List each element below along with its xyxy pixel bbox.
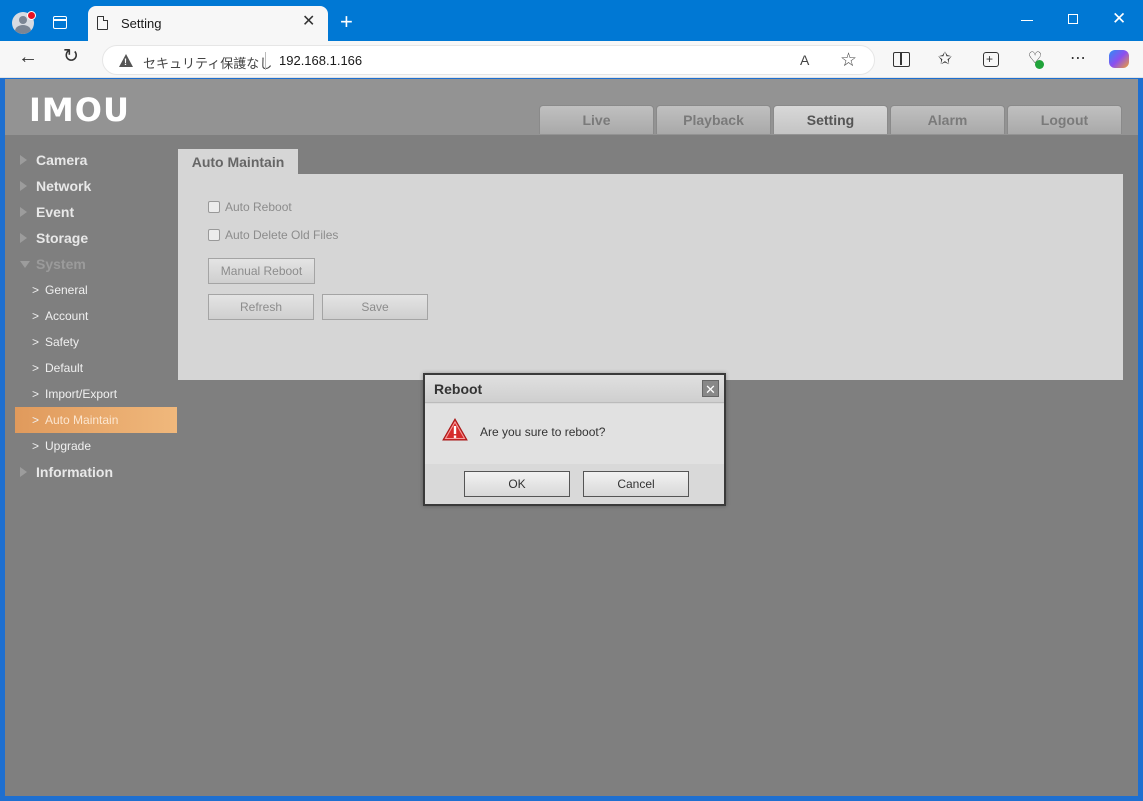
submenu-label: Account xyxy=(45,309,89,323)
auto-delete-label: Auto Delete Old Files xyxy=(225,228,339,242)
menu-network[interactable]: Network xyxy=(15,173,177,199)
menu-label: System xyxy=(36,256,86,272)
nav-tab-logout[interactable]: Logout xyxy=(1007,105,1122,134)
expand-triangle-icon xyxy=(20,181,27,191)
split-screen-icon[interactable] xyxy=(891,49,911,69)
menu-label: Storage xyxy=(36,230,89,246)
menu-label: Camera xyxy=(36,152,88,168)
chevron-right-icon: > xyxy=(32,413,40,427)
menu-storage[interactable]: Storage xyxy=(15,225,177,251)
chevron-right-icon: > xyxy=(32,439,40,453)
web-page: IMOU Live Playback Setting Alarm Logout … xyxy=(5,79,1138,796)
chevron-right-icon: > xyxy=(32,309,40,323)
minimize-icon[interactable] xyxy=(1021,20,1033,21)
expand-triangle-icon xyxy=(20,207,27,217)
not-secure-warning-icon[interactable]: ! xyxy=(119,54,133,67)
settings-sidebar: Camera Network Event Storage System > Gen… xyxy=(15,147,177,485)
auto-reboot-checkbox[interactable] xyxy=(208,201,220,213)
imou-logo: IMOU xyxy=(29,91,130,129)
copilot-icon[interactable] xyxy=(1109,50,1129,68)
tab-actions-icon[interactable] xyxy=(53,16,67,29)
refresh-button[interactable]: Refresh xyxy=(208,294,314,320)
browser-title-bar: Setting ✕ + ✕ xyxy=(0,0,1143,41)
dialog-title-bar[interactable]: Reboot ✕ xyxy=(425,375,724,403)
dialog-message: Are you sure to reboot? xyxy=(480,425,606,439)
auto-delete-checkbox[interactable] xyxy=(208,229,220,241)
url-text[interactable]: 192.168.1.166 xyxy=(279,53,362,68)
submenu-account[interactable]: > Account xyxy=(15,303,177,329)
chevron-right-icon: > xyxy=(32,283,40,297)
collapse-triangle-icon xyxy=(20,261,30,268)
notification-dot-icon xyxy=(27,11,36,20)
menu-information[interactable]: Information xyxy=(15,459,177,485)
submenu-label: Auto Maintain xyxy=(45,413,119,427)
submenu-label: Upgrade xyxy=(45,439,92,453)
browser-tab[interactable]: Setting ✕ xyxy=(88,6,328,41)
submenu-auto-maintain[interactable]: > Auto Maintain xyxy=(15,407,177,433)
chevron-right-icon: > xyxy=(32,335,40,349)
auto-delete-row[interactable]: Auto Delete Old Files xyxy=(208,228,338,244)
favorite-star-icon[interactable]: ☆ xyxy=(840,49,857,72)
collections-icon[interactable] xyxy=(980,49,1000,69)
submenu-import-export[interactable]: > Import/Export xyxy=(15,381,177,407)
ok-button[interactable]: OK xyxy=(464,471,570,497)
menu-system[interactable]: System xyxy=(15,251,177,277)
security-status-text[interactable]: セキュリティ保護なし xyxy=(143,53,272,72)
auto-reboot-row[interactable]: Auto Reboot xyxy=(208,200,292,216)
nav-tab-alarm[interactable]: Alarm xyxy=(890,105,1005,134)
auto-reboot-label: Auto Reboot xyxy=(225,200,292,214)
chevron-right-icon: > xyxy=(32,387,40,401)
expand-triangle-icon xyxy=(20,233,27,243)
app-header: IMOU Live Playback Setting Alarm Logout xyxy=(5,79,1138,135)
dialog-body: Are you sure to reboot? xyxy=(425,404,724,464)
save-button[interactable]: Save xyxy=(322,294,428,320)
submenu-default[interactable]: > Default xyxy=(15,355,177,381)
more-options-icon[interactable]: ⋯ xyxy=(1068,49,1088,69)
submenu-label: Import/Export xyxy=(45,387,118,401)
submenu-general[interactable]: > General xyxy=(15,277,177,303)
back-arrow-icon[interactable]: ← xyxy=(18,47,38,67)
menu-event[interactable]: Event xyxy=(15,199,177,225)
page-icon xyxy=(97,16,108,30)
submenu-safety[interactable]: > Safety xyxy=(15,329,177,355)
maximize-icon[interactable] xyxy=(1068,14,1078,24)
favorites-icon[interactable]: ✩ xyxy=(935,49,955,69)
expand-triangle-icon xyxy=(20,155,27,165)
nav-tab-live[interactable]: Live xyxy=(539,105,654,134)
auto-maintain-tab[interactable]: Auto Maintain xyxy=(178,149,298,175)
submenu-upgrade[interactable]: > Upgrade xyxy=(15,433,177,459)
browser-toolbar: ← ↻ ! セキュリティ保護なし 192.168.1.166 A ☆ xyxy=(0,41,1143,78)
status-check-icon xyxy=(1035,60,1044,69)
nav-tab-playback[interactable]: Playback xyxy=(656,105,771,134)
chevron-right-icon: > xyxy=(32,361,40,375)
tab-title: Setting xyxy=(121,16,162,31)
submenu-label: Safety xyxy=(45,335,80,349)
tab-close-icon[interactable]: ✕ xyxy=(302,14,315,30)
nav-tab-setting[interactable]: Setting xyxy=(773,105,888,134)
submenu-label: Default xyxy=(45,361,84,375)
reboot-dialog: Reboot ✕ Are you sure to reboot? OK Canc… xyxy=(423,373,726,506)
address-bar[interactable]: ! セキュリティ保護なし 192.168.1.166 A ☆ xyxy=(102,45,875,75)
menu-label: Network xyxy=(36,178,92,194)
submenu-label: General xyxy=(45,283,88,297)
reload-icon[interactable]: ↻ xyxy=(63,47,79,67)
address-divider xyxy=(265,52,266,70)
window-close-icon[interactable]: ✕ xyxy=(1112,10,1126,27)
warning-icon xyxy=(442,418,468,441)
dialog-title: Reboot xyxy=(434,381,483,397)
read-aloud-icon[interactable]: A xyxy=(800,52,809,68)
manual-reboot-button[interactable]: Manual Reboot xyxy=(208,258,315,284)
menu-camera[interactable]: Camera xyxy=(15,147,177,173)
cancel-button[interactable]: Cancel xyxy=(583,471,689,497)
new-tab-button[interactable]: + xyxy=(340,11,353,33)
auto-maintain-panel: Auto Reboot Auto Delete Old Files Manual… xyxy=(178,174,1123,380)
expand-triangle-icon xyxy=(20,467,27,477)
menu-label: Event xyxy=(36,204,75,220)
menu-label: Information xyxy=(36,464,113,480)
dialog-close-icon[interactable]: ✕ xyxy=(702,380,719,397)
